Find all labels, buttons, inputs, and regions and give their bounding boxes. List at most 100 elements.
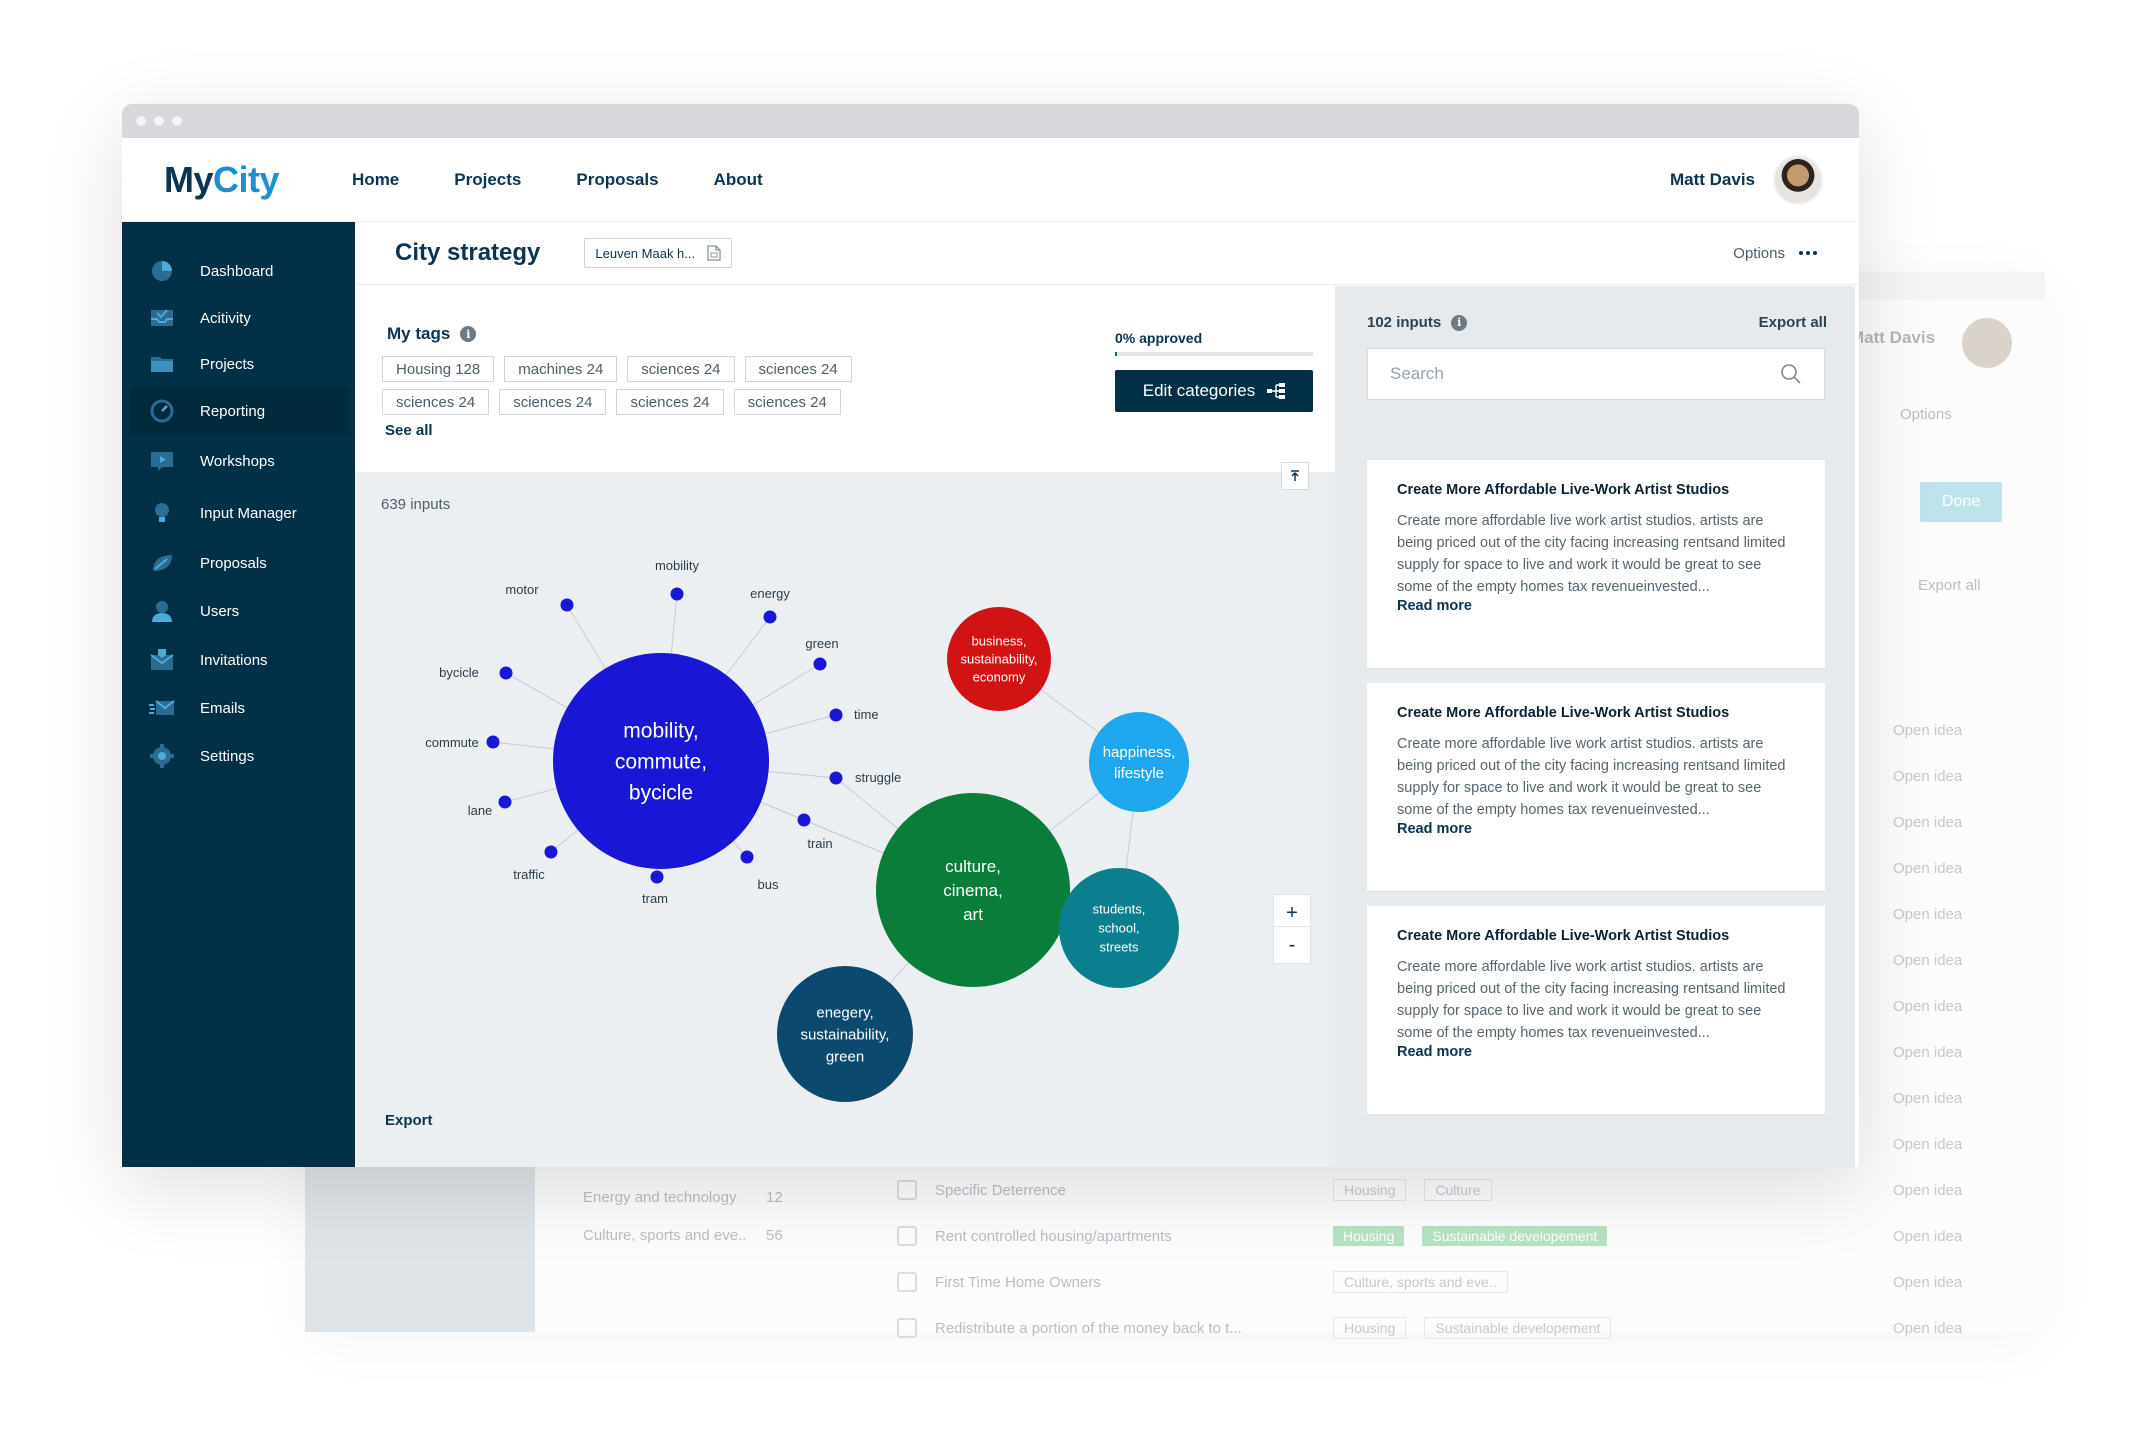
nav-home[interactable]: Home <box>352 170 399 190</box>
user-icon <box>148 597 176 625</box>
nav-about[interactable]: About <box>714 170 763 190</box>
sidebar-item-label: Invitations <box>200 651 268 669</box>
options-menu[interactable]: Options <box>1733 245 1817 262</box>
tag-chip[interactable]: sciences 24 <box>627 356 735 382</box>
keyword-node[interactable] <box>829 771 843 785</box>
nav-proposals[interactable]: Proposals <box>576 170 658 190</box>
cluster-node[interactable] <box>1089 712 1189 812</box>
sidebar-item-dashboard[interactable]: Dashboard <box>122 247 355 295</box>
background-checkbox <box>897 1180 917 1200</box>
keyword-node[interactable] <box>544 845 558 859</box>
keyword-label: energy <box>750 586 790 601</box>
document-chip-label: Leuven Maak h... <box>595 245 696 261</box>
keyword-node[interactable] <box>498 795 512 809</box>
cluster-label: students, <box>1093 902 1146 917</box>
info-icon[interactable]: i <box>460 326 477 342</box>
tag-chip[interactable]: machines 24 <box>504 356 618 382</box>
inputs-panel-count: 102 inputs <box>1367 314 1442 331</box>
tag-chip[interactable]: sciences 24 <box>616 389 724 415</box>
window-chrome <box>122 104 1859 138</box>
export-all-button[interactable]: Export all <box>1759 314 1827 331</box>
read-more-link[interactable]: Read more <box>1397 1044 1795 1060</box>
background-row-title: Specific Deterrence <box>935 1181 1066 1199</box>
sidebar-item-proposals[interactable]: Proposals <box>122 539 355 587</box>
search-input[interactable] <box>1390 364 1780 384</box>
sidebar-item-projects[interactable]: Projects <box>122 341 355 387</box>
tag-chip[interactable]: sciences 24 <box>382 389 490 415</box>
input-card[interactable]: Create More Affordable Live-Work Artist … <box>1367 906 1825 1114</box>
input-card[interactable]: Create More Affordable Live-Work Artist … <box>1367 460 1825 668</box>
collapse-button[interactable] <box>1281 462 1309 490</box>
more-dots-icon <box>1799 251 1817 255</box>
sidebar-item-invitations[interactable]: Invitations <box>122 635 355 685</box>
keyword-node[interactable] <box>670 587 684 601</box>
video-icon <box>148 447 176 475</box>
tag-chip[interactable]: sciences 24 <box>744 356 852 382</box>
background-row-tag: Culture <box>1424 1179 1492 1201</box>
tag-chip[interactable]: sciences 24 <box>733 389 841 415</box>
app-logo[interactable]: MyCity <box>164 158 280 201</box>
sidebar-item-input-manager[interactable]: Input Manager <box>122 487 355 539</box>
sidebar-item-emails[interactable]: Emails <box>122 685 355 731</box>
see-all-link[interactable]: See all <box>385 422 433 439</box>
edit-categories-label: Edit categories <box>1142 381 1256 400</box>
keyword-node[interactable] <box>797 813 811 827</box>
keyword-node[interactable] <box>560 598 574 612</box>
keyword-node[interactable] <box>499 666 513 680</box>
user-menu[interactable]: Matt Davis <box>1670 155 1823 205</box>
background-row: Rent controlled housing/apartments Housin… <box>897 1224 1608 1248</box>
keyword-label: train <box>807 836 832 851</box>
background-open-idea: Open idea <box>1893 1320 1963 1337</box>
input-card[interactable]: Create More Affordable Live-Work Artist … <box>1367 683 1825 891</box>
sidebar-item-reporting[interactable]: Reporting <box>130 387 347 435</box>
inputs-panel-heading: 102 inputs i <box>1367 314 1468 331</box>
export-link[interactable]: Export <box>385 1112 433 1129</box>
window-dot[interactable] <box>136 116 146 126</box>
keyword-node[interactable] <box>740 850 754 864</box>
background-open-idea: Open idea <box>1893 1044 1963 1061</box>
zoom-out-button[interactable]: - <box>1273 926 1311 964</box>
keyword-label: tram <box>642 891 668 906</box>
input-card-title: Create More Affordable Live-Work Artist … <box>1397 705 1730 721</box>
keyword-node[interactable] <box>763 610 777 624</box>
background-category-count: 12 <box>766 1189 783 1206</box>
background-open-idea: Open idea <box>1893 814 1963 831</box>
keyword-label: lane <box>468 803 493 818</box>
background-options: Options <box>1900 406 1952 423</box>
cluster-visualization: motor mobility energy green bycicle time commu… <box>355 462 1335 1167</box>
avatar[interactable] <box>1773 155 1823 205</box>
nav-projects[interactable]: Projects <box>454 170 521 190</box>
arrow-up-icon <box>1291 470 1299 481</box>
sidebar-item-settings[interactable]: Settings <box>122 731 355 781</box>
logo-my: My <box>164 158 214 200</box>
edit-categories-button[interactable]: Edit categories <box>1115 370 1313 412</box>
window-dot[interactable] <box>154 116 164 126</box>
background-category: Energy and technology <box>583 1189 737 1206</box>
keyword-node[interactable] <box>829 708 843 722</box>
tag-chip[interactable]: Housing 128 <box>382 356 495 382</box>
keyword-label: mobility <box>655 558 700 573</box>
sidebar-item-label: Acitivity <box>200 309 251 327</box>
search-icon[interactable] <box>1780 363 1802 385</box>
keyword-node[interactable] <box>486 735 500 749</box>
cluster-label: school, <box>1098 921 1139 936</box>
info-icon[interactable]: i <box>1451 314 1468 331</box>
read-more-link[interactable]: Read more <box>1397 598 1795 614</box>
document-chip[interactable]: Leuven Maak h... <box>584 238 733 268</box>
background-done-button: Done <box>1920 482 2002 522</box>
cluster-label: commute, <box>615 750 707 773</box>
sidebar-item-users[interactable]: Users <box>122 587 355 635</box>
keyword-node[interactable] <box>813 657 827 671</box>
keyword-node[interactable] <box>650 870 664 884</box>
read-more-link[interactable]: Read more <box>1397 821 1795 837</box>
cluster-graph[interactable]: motor mobility energy green bycicle time commu… <box>355 472 1335 1162</box>
cluster-label: culture, <box>945 857 1001 876</box>
sidebar-item-workshops[interactable]: Workshops <box>122 435 355 487</box>
search-box[interactable] <box>1367 348 1825 400</box>
tag-list: Housing 128 machines 24 sciences 24 science… <box>382 356 892 415</box>
tag-chip[interactable]: sciences 24 <box>499 389 607 415</box>
user-name[interactable]: Matt Davis <box>1670 170 1755 190</box>
window-dot[interactable] <box>172 116 182 126</box>
approval-label: 0% approved <box>1115 330 1203 346</box>
sidebar-item-acitivity[interactable]: Acitivity <box>122 295 355 341</box>
